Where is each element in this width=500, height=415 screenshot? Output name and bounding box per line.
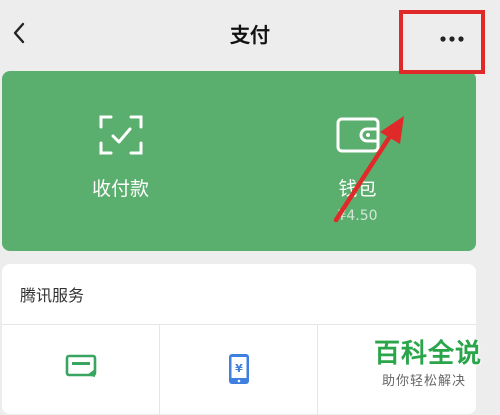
top-bar: 支付	[0, 0, 500, 70]
wallet-icon	[335, 115, 381, 159]
more-button[interactable]	[420, 20, 484, 52]
wallet-balance: ¥4.50	[337, 208, 378, 224]
wallet-label: 钱包	[338, 178, 377, 200]
service-third-button[interactable]	[318, 325, 475, 415]
services-title: 腾讯服务	[20, 286, 85, 305]
pay-card: 收付款 钱包 ¥4.50	[2, 71, 476, 251]
svg-text:¥: ¥	[235, 362, 243, 375]
receive-pay-label: 收付款	[91, 178, 149, 200]
service-card-button[interactable]	[2, 325, 160, 415]
more-dots-icon	[440, 27, 464, 46]
scan-qr-icon	[99, 115, 143, 159]
wallet-button[interactable]: 钱包 ¥4.50	[239, 71, 476, 251]
tencent-services-card: 腾讯服务 ¥	[2, 264, 476, 415]
service-phone-button[interactable]: ¥	[160, 325, 318, 415]
card-icon	[65, 353, 97, 383]
receive-pay-button[interactable]: 收付款	[2, 71, 239, 251]
phone-recharge-icon: ¥	[227, 353, 251, 389]
